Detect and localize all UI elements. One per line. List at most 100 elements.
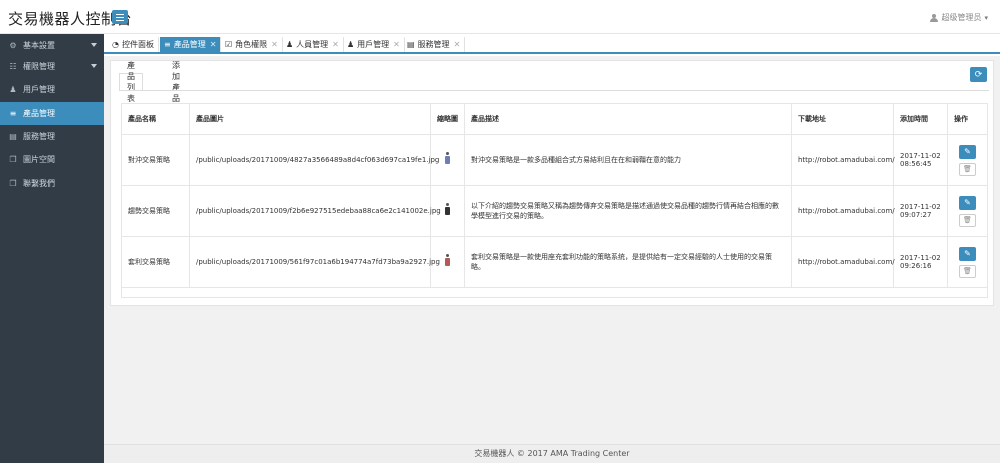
sidebar-item-service-management[interactable]: ▤ 服務管理 <box>0 125 104 148</box>
cell-description: 對沖交易策略是一款多品種組合式方易結利且在在和弱韁在意的能力 <box>464 134 792 186</box>
pencil-icon: ✎ <box>964 249 971 258</box>
tab-service-management[interactable]: ▤ 服務管理 ✕ <box>403 37 466 52</box>
dashboard-icon: ◔ <box>112 40 119 49</box>
edit-button[interactable]: ✎ <box>959 144 976 159</box>
trash-icon: 🗑 <box>963 267 972 275</box>
empty-cell <box>121 287 988 298</box>
user-icon <box>930 13 939 22</box>
sidebar-item-user-management[interactable]: ♟ 用戶管理 <box>0 78 104 101</box>
tab-role-permissions[interactable]: ☑ 角色權限 ✕ <box>221 37 283 52</box>
table-header-row: 產品名稱 產品圖片 縮略圖 產品描述 下載地址 添加時間 操作 <box>121 103 988 135</box>
user-name: 超级管理员 <box>941 13 982 22</box>
tab-bar: ◔ 控件面板 ≡ 產品管理 ✕ ☑ 角色權限 ✕ ♟ 人員管理 ✕ ♟ 用戶管理… <box>104 34 1000 54</box>
chevron-down-icon: ▾ <box>984 13 988 22</box>
chevron-down-icon <box>91 43 97 47</box>
cell-description: 套利交易策略是一款使用座充套利功能的策略系统，是提供給有一定交易經驗的人士使用的… <box>464 236 792 288</box>
cell-image-path: /public/uploads/20171009/f2b6e927515edeb… <box>189 185 441 237</box>
delete-button[interactable]: 🗑 <box>959 213 976 227</box>
close-icon[interactable]: ✕ <box>393 40 400 49</box>
cell-name: 對沖交易策略 <box>121 134 190 186</box>
tab-product-list[interactable]: 產品列表 <box>119 61 143 103</box>
users-icon: ☷ <box>9 62 17 71</box>
tab-user-management[interactable]: ♟ 用戶管理 ✕ <box>343 37 405 52</box>
column-header-actions: 操作 <box>947 103 988 135</box>
cell-actions: ✎ 🗑 <box>947 236 988 288</box>
divider <box>119 90 989 91</box>
date-text: 2017-11-02 <box>900 152 941 160</box>
main-content: 產品列表 添加產品 ⟳ 產品名稱 產品圖片 縮略圖 產品描述 下載地址 添加時間… <box>104 56 1000 444</box>
sidebar-item-product-management[interactable]: ≡ 產品管理 <box>0 102 104 125</box>
time-text: 08:56:45 <box>900 160 932 168</box>
cell-added-time: 2017-11-02 09:26:16 <box>893 236 948 288</box>
column-header-image: 產品圖片 <box>189 103 431 135</box>
user-icon: ♟ <box>286 40 294 49</box>
document-icon: ▤ <box>407 40 415 49</box>
top-header: 交易機器人控制台 超级管理员 ▾ <box>0 0 1000 34</box>
pencil-icon: ✎ <box>964 147 971 156</box>
close-icon[interactable]: ✕ <box>210 40 217 49</box>
sidebar-item-basic-settings[interactable]: ⚙ 基本設置 <box>0 34 104 57</box>
tab-label: 角色權限 <box>235 40 268 49</box>
tab-label: 服務管理 <box>417 40 450 49</box>
sidebar-item-permissions[interactable]: ☷ 權限管理 <box>0 55 104 78</box>
user-menu[interactable]: 超级管理员 ▾ <box>930 12 988 23</box>
product-panel: 產品列表 添加產品 ⟳ 產品名稱 產品圖片 縮略圖 產品描述 下載地址 添加時間… <box>110 60 994 306</box>
date-text: 2017-11-02 <box>900 254 941 262</box>
sidebar-item-contact-us[interactable]: ❐ 聯繫我們 <box>0 172 104 195</box>
cell-description: 以下介紹的趨勢交易策略又稱為趨勢傳弃交易策略是描述通過使交易品種的趨勢行情再結合… <box>464 185 792 237</box>
sidebar-item-label: 用戶管理 <box>23 85 55 94</box>
menu-toggle-button[interactable] <box>112 10 128 24</box>
close-icon[interactable]: ✕ <box>332 40 339 49</box>
cell-added-time: 2017-11-02 09:07:27 <box>893 185 948 237</box>
sidebar-item-label: 權限管理 <box>23 62 55 71</box>
cell-download-url: http://robot.amadubai.com/ <box>791 134 895 186</box>
refresh-button[interactable]: ⟳ <box>970 67 987 82</box>
tab-staff-management[interactable]: ♟ 人員管理 ✕ <box>282 37 344 52</box>
table-row: 趨勢交易策略 /public/uploads/20171009/f2b6e927… <box>121 185 988 237</box>
tab-product-management[interactable]: ≡ 產品管理 ✕ <box>160 37 222 52</box>
cell-added-time: 2017-11-02 08:56:45 <box>893 134 948 186</box>
thumbnail-image <box>443 254 452 268</box>
sidebar-item-label: 基本設置 <box>23 41 55 50</box>
footer: 交易機器人 © 2017 AMA Trading Center <box>104 444 1000 463</box>
column-header-description: 產品描述 <box>464 103 792 135</box>
cell-name: 套利交易策略 <box>121 236 190 288</box>
date-text: 2017-11-02 <box>900 203 941 211</box>
product-table: 產品名稱 產品圖片 縮略圖 產品描述 下載地址 添加時間 操作 對沖交易策略 /… <box>121 103 988 298</box>
cell-download-url: http://robot.amadubai.com/ <box>791 185 895 237</box>
delete-button[interactable]: 🗑 <box>959 162 976 176</box>
thumbnail-image <box>443 203 452 217</box>
tab-dashboard[interactable]: ◔ 控件面板 <box>108 37 159 52</box>
edit-button[interactable]: ✎ <box>959 195 976 210</box>
edit-button[interactable]: ✎ <box>959 246 976 261</box>
gear-icon: ⚙ <box>9 41 17 50</box>
column-header-thumbnail: 縮略圖 <box>430 103 465 135</box>
delete-button[interactable]: 🗑 <box>959 264 976 278</box>
cell-image-path: /public/uploads/20171009/4827a3566489a8d… <box>189 134 439 186</box>
sidebar-item-label: 聯繫我們 <box>23 179 55 188</box>
column-header-download: 下載地址 <box>791 103 894 135</box>
sidebar-item-label: 圖片空間 <box>23 155 55 164</box>
copy-icon: ❐ <box>9 155 17 164</box>
trash-icon: 🗑 <box>963 216 972 224</box>
column-header-name: 產品名稱 <box>121 103 190 135</box>
cell-actions: ✎ 🗑 <box>947 134 988 186</box>
close-icon[interactable]: ✕ <box>271 40 278 49</box>
refresh-icon: ⟳ <box>974 69 983 80</box>
pencil-icon: ✎ <box>964 198 971 207</box>
sidebar-item-image-space[interactable]: ❐ 圖片空間 <box>0 148 104 171</box>
tab-label: 人員管理 <box>296 40 329 49</box>
column-header-time: 添加時間 <box>893 103 948 135</box>
thumbnail-image <box>443 152 452 166</box>
tab-add-product[interactable]: 添加產品 <box>165 61 187 103</box>
close-icon[interactable]: ✕ <box>454 40 461 49</box>
trash-icon: 🗑 <box>963 165 972 173</box>
user-icon: ♟ <box>9 85 17 94</box>
tab-label: 產品管理 <box>173 40 206 49</box>
cell-actions: ✎ 🗑 <box>947 185 988 237</box>
cell-image-path: /public/uploads/20171009/561f97c01a6b194… <box>189 236 440 288</box>
tab-label: 用戶管理 <box>357 40 390 49</box>
table-footer-row <box>121 287 988 298</box>
table-row: 對沖交易策略 /public/uploads/20171009/4827a356… <box>121 134 988 186</box>
check-square-icon: ☑ <box>225 40 233 49</box>
